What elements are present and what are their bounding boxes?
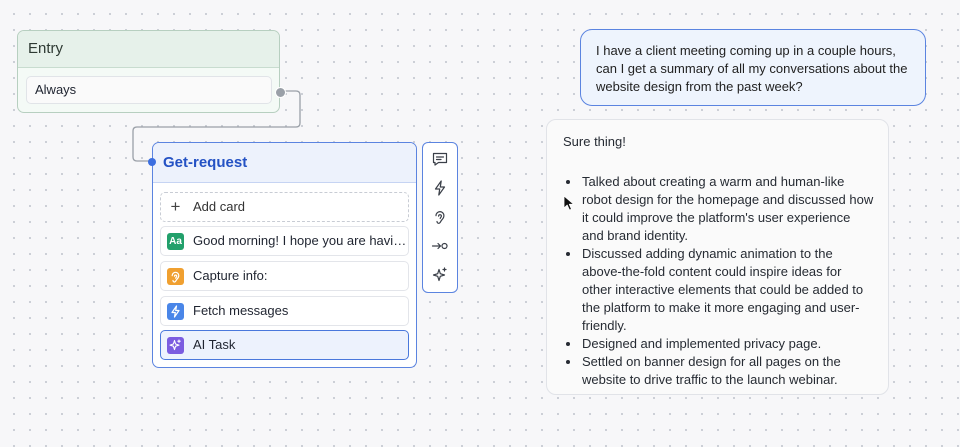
add-card-label: Add card: [193, 199, 246, 214]
get-request-node-title: Get-request: [153, 143, 416, 183]
ear-icon: [167, 268, 184, 285]
entry-output-port[interactable]: [275, 87, 286, 98]
add-card-button[interactable]: + Add card: [160, 192, 409, 222]
card-type-toolbar: [422, 142, 458, 293]
entry-node-title: Entry: [18, 31, 279, 68]
entry-trigger-always[interactable]: Always: [26, 76, 272, 104]
entry-node[interactable]: Entry Always: [17, 30, 286, 113]
list-item: Talked about creating a warm and human-l…: [581, 173, 874, 245]
card-label: AI Task: [193, 337, 236, 352]
user-message-bubble: I have a client meeting coming up in a c…: [580, 29, 926, 106]
get-request-node[interactable]: Get-request + Add card Aa Good morning! …: [148, 142, 417, 368]
card-label: Good morning! I hope you are having a gr…: [193, 233, 408, 248]
assistant-reply: Sure thing! Talked about creating a warm…: [546, 119, 889, 395]
list-item: Discussed adding dynamic animation to th…: [581, 245, 874, 335]
reply-intro: Sure thing!: [563, 134, 626, 149]
card-ai-task[interactable]: AI Task: [160, 330, 409, 360]
sparkle-icon[interactable]: [431, 266, 449, 284]
sparkle-icon: [167, 337, 184, 354]
reply-bullet-list: Talked about creating a warm and human-l…: [563, 173, 874, 389]
get-request-input-port[interactable]: [148, 158, 156, 166]
lightning-icon: [167, 303, 184, 320]
ear-icon[interactable]: [431, 208, 449, 226]
card-capture-info[interactable]: Capture info:: [160, 261, 409, 291]
text-icon: Aa: [167, 233, 184, 250]
arrow-right-icon[interactable]: [431, 237, 449, 255]
card-label: Fetch messages: [193, 303, 289, 318]
card-fetch-messages[interactable]: Fetch messages: [160, 296, 409, 326]
list-item: Designed and implemented privacy page.: [581, 335, 874, 353]
lightning-icon[interactable]: [431, 179, 449, 197]
card-text-message[interactable]: Aa Good morning! I hope you are having a…: [160, 226, 409, 256]
plus-icon: +: [170, 197, 181, 216]
card-label: Capture info:: [193, 268, 268, 283]
message-icon[interactable]: [431, 150, 449, 168]
list-item: Settled on banner design for all pages o…: [581, 353, 874, 389]
mouse-cursor-icon: [563, 195, 575, 211]
